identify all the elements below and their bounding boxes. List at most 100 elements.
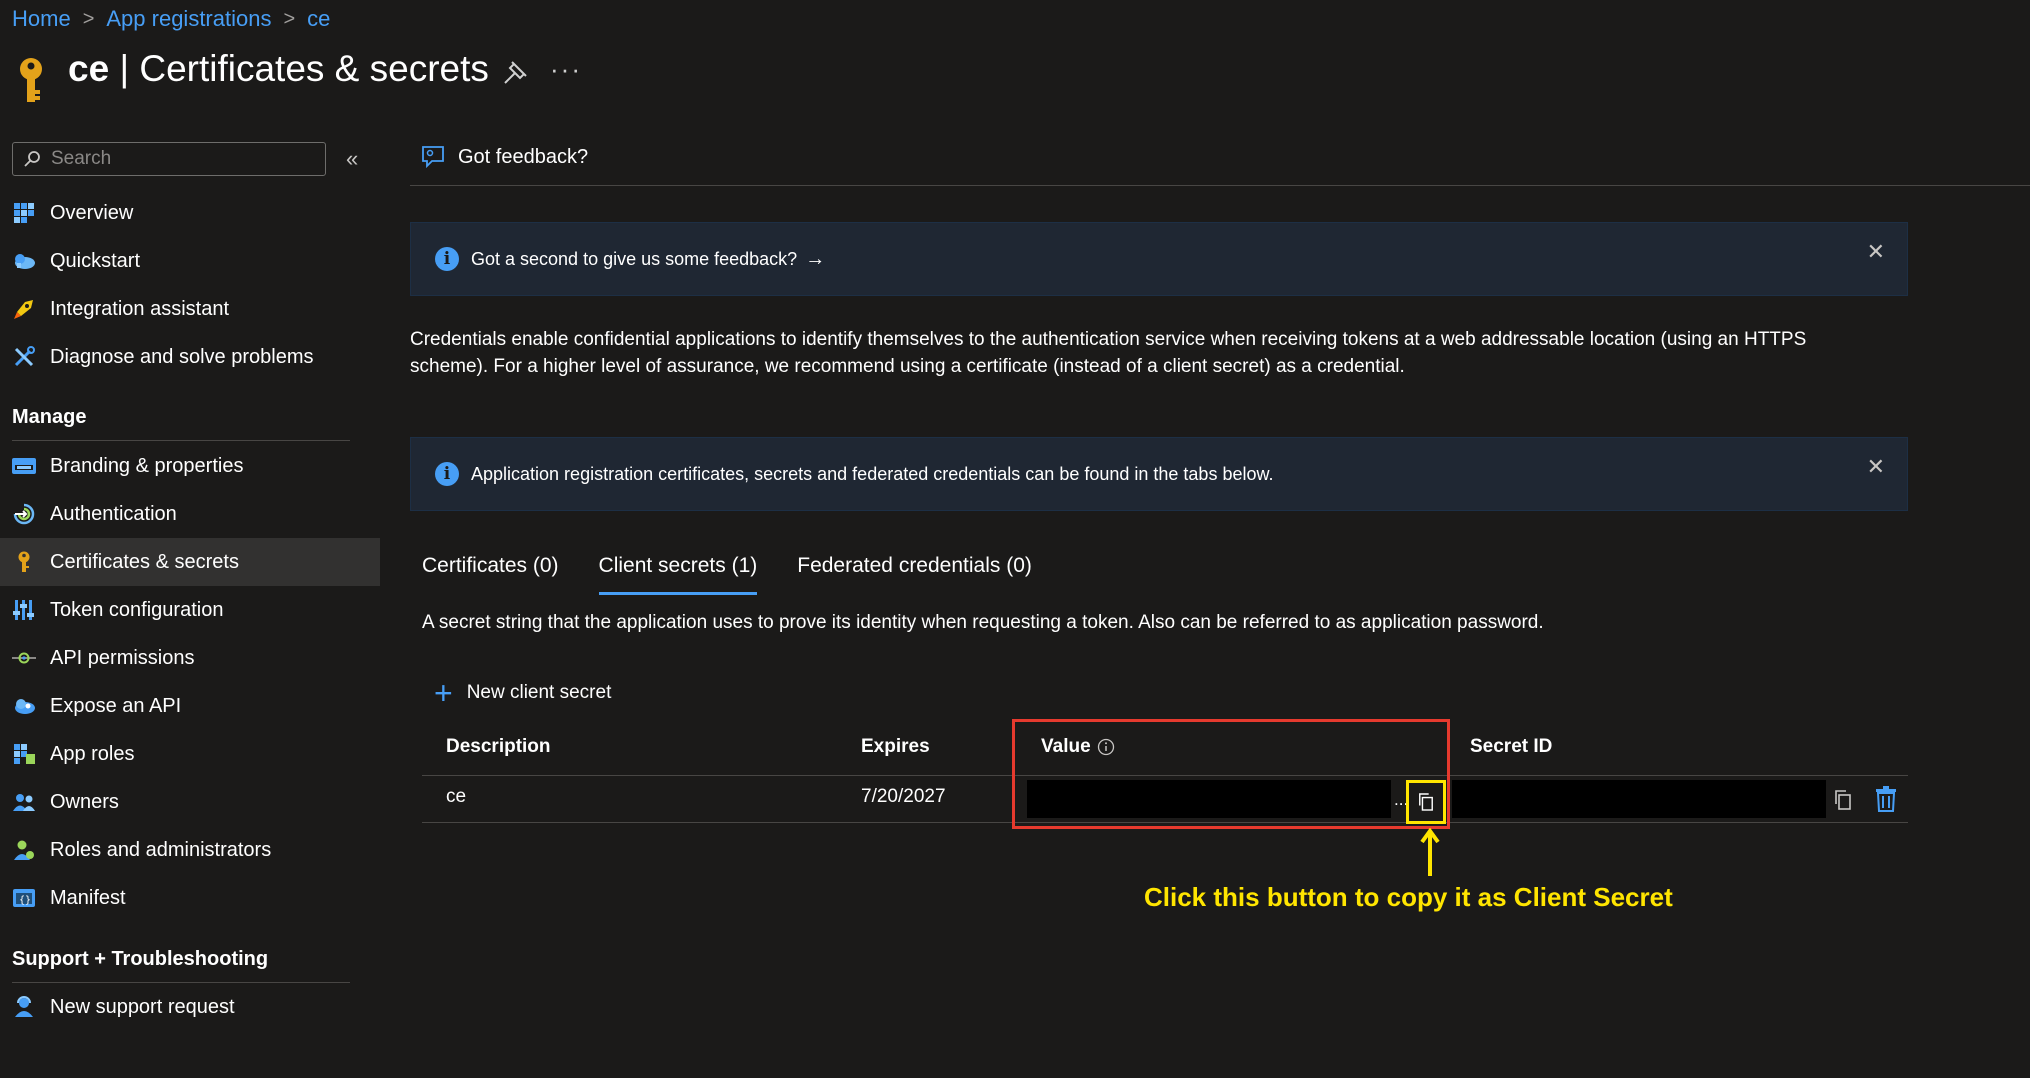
token-icon — [12, 598, 36, 622]
sidebar-item-new-support-request[interactable]: New support request — [0, 983, 380, 1031]
sidebar-item-label: Authentication — [50, 502, 177, 525]
close-icon[interactable]: ✕ — [1867, 239, 1885, 265]
key-icon — [20, 58, 42, 102]
branding-icon — [12, 454, 36, 478]
column-header-description[interactable]: Description — [446, 736, 551, 758]
sidebar-item-label: App roles — [50, 742, 135, 765]
tab-client-secrets[interactable]: Client secrets (1) — [598, 554, 758, 595]
new-client-secret-button[interactable]: + New client secret — [434, 675, 612, 711]
secret-id-masked — [1452, 780, 1826, 818]
sidebar-item-label: Owners — [50, 790, 119, 813]
sidebar-item-authentication[interactable]: Authentication — [0, 490, 380, 538]
key-icon — [12, 550, 36, 574]
sidebar-item-expose-api[interactable]: Expose an API — [0, 682, 380, 730]
arrow-up-icon — [1420, 828, 1440, 876]
close-icon[interactable]: ✕ — [1867, 454, 1885, 480]
cell-expires: 7/20/2027 — [861, 786, 946, 807]
feedback-info-banner: i Got a second to give us some feedback?… — [410, 222, 1908, 296]
credentials-description: Credentials enable confidential applicat… — [410, 329, 1807, 377]
tab-federated-credentials[interactable]: Federated credentials (0) — [797, 554, 1032, 595]
rocket-icon — [12, 297, 36, 321]
sidebar-section-manage: Manage — [12, 406, 87, 428]
sidebar-item-label: Token configuration — [50, 598, 224, 621]
sidebar-item-diagnose[interactable]: Diagnose and solve problems — [0, 333, 380, 381]
svg-text:{}: {} — [19, 895, 31, 906]
copy-icon — [1419, 793, 1433, 811]
search-input[interactable] — [49, 147, 313, 171]
page-title-separator: | — [119, 48, 130, 89]
breadcrumb-app-registrations-link[interactable]: App registrations — [106, 6, 271, 32]
sidebar-item-label: Expose an API — [50, 694, 182, 717]
sidebar-section-support: Support + Troubleshooting — [12, 948, 269, 970]
new-client-secret-label: New client secret — [466, 682, 612, 703]
manifest-icon: {} — [12, 886, 36, 910]
sidebar-item-label: Diagnose and solve problems — [50, 345, 314, 368]
plus-icon: + — [434, 675, 453, 711]
sidebar-item-label: Integration assistant — [50, 297, 229, 320]
sidebar-item-branding[interactable]: Branding & properties — [0, 442, 380, 490]
feedback-banner-text[interactable]: Got a second to give us some feedback? — [471, 249, 797, 270]
overview-icon — [12, 201, 36, 225]
feedback-label: Got feedback? — [458, 145, 589, 168]
sidebar-item-label: API permissions — [50, 646, 195, 669]
feedback-icon — [422, 146, 444, 169]
credential-tabs: Certificates (0) Client secrets (1) Fede… — [422, 554, 1032, 595]
sidebar-item-manifest[interactable]: {} Manifest — [0, 874, 380, 922]
api-permissions-icon — [12, 646, 36, 670]
collapse-sidebar-icon[interactable]: « — [346, 146, 358, 172]
breadcrumb: Home > App registrations > ce — [12, 6, 330, 32]
support-icon — [12, 995, 36, 1019]
more-options-icon[interactable]: ··· — [550, 54, 582, 85]
annotation-callout: Click this button to copy it as Client S… — [1144, 882, 1673, 912]
page-title-app-name: ce — [68, 48, 110, 89]
sidebar-item-label: New support request — [50, 995, 235, 1018]
copy-secret-id-icon[interactable] — [1834, 790, 1852, 810]
sidebar-item-certificates-secrets[interactable]: Certificates & secrets — [0, 538, 380, 586]
sidebar-item-label: Certificates & secrets — [50, 550, 239, 573]
app-roles-icon — [12, 742, 36, 766]
breadcrumb-separator: > — [82, 7, 95, 30]
sidebar-item-integration-assistant[interactable]: Integration assistant — [0, 285, 380, 333]
delete-icon[interactable] — [1876, 786, 1896, 812]
sidebar-item-label: Manifest — [50, 886, 126, 909]
sidebar-item-overview[interactable]: Overview — [0, 189, 380, 237]
column-header-secret-id[interactable]: Secret ID — [1470, 736, 1552, 758]
column-header-expires[interactable]: Expires — [861, 736, 930, 758]
pin-icon[interactable] — [500, 58, 530, 88]
quickstart-icon — [12, 249, 36, 273]
sidebar-item-label: Overview — [50, 201, 134, 224]
feedback-button[interactable]: Got feedback? — [420, 144, 588, 170]
sidebar-item-api-permissions[interactable]: API permissions — [0, 634, 380, 682]
breadcrumb-app-link[interactable]: ce — [307, 6, 330, 32]
sidebar-item-roles-administrators[interactable]: Roles and administrators — [0, 826, 380, 874]
owners-icon — [12, 790, 36, 814]
arrow-right-icon[interactable]: → — [805, 248, 825, 271]
roles-icon — [12, 838, 36, 862]
breadcrumb-home-link[interactable]: Home — [12, 6, 71, 32]
toolbar-divider — [410, 185, 2030, 186]
page-title: ce | Certificates & secrets — [68, 48, 489, 90]
client-secrets-description: A secret string that the application use… — [422, 612, 1544, 633]
sidebar-item-label: Branding & properties — [50, 454, 244, 477]
search-icon — [24, 151, 40, 167]
sidebar-item-app-roles[interactable]: App roles — [0, 730, 380, 778]
sidebar-item-label: Roles and administrators — [50, 838, 272, 861]
tabs-banner-text: Application registration certificates, s… — [471, 463, 1274, 484]
info-icon: i — [435, 462, 459, 486]
sidebar-item-owners[interactable]: Owners — [0, 778, 380, 826]
sidebar-divider — [12, 440, 350, 441]
copy-value-button[interactable] — [1406, 780, 1446, 824]
expose-api-icon — [12, 694, 36, 718]
page-title-text: Certificates & secrets — [139, 48, 489, 89]
wrench-icon — [12, 345, 36, 369]
tab-certificates[interactable]: Certificates (0) — [422, 554, 559, 595]
value-column-highlight — [1012, 719, 1450, 829]
info-icon: i — [435, 247, 459, 271]
sidebar-search[interactable] — [12, 142, 326, 176]
tabs-info-banner: i Application registration certificates,… — [410, 437, 1908, 511]
sidebar-item-token-configuration[interactable]: Token configuration — [0, 586, 380, 634]
authentication-icon — [12, 502, 36, 526]
sidebar-item-quickstart[interactable]: Quickstart — [0, 237, 380, 285]
breadcrumb-separator: > — [283, 7, 296, 30]
sidebar-item-label: Quickstart — [50, 249, 141, 272]
